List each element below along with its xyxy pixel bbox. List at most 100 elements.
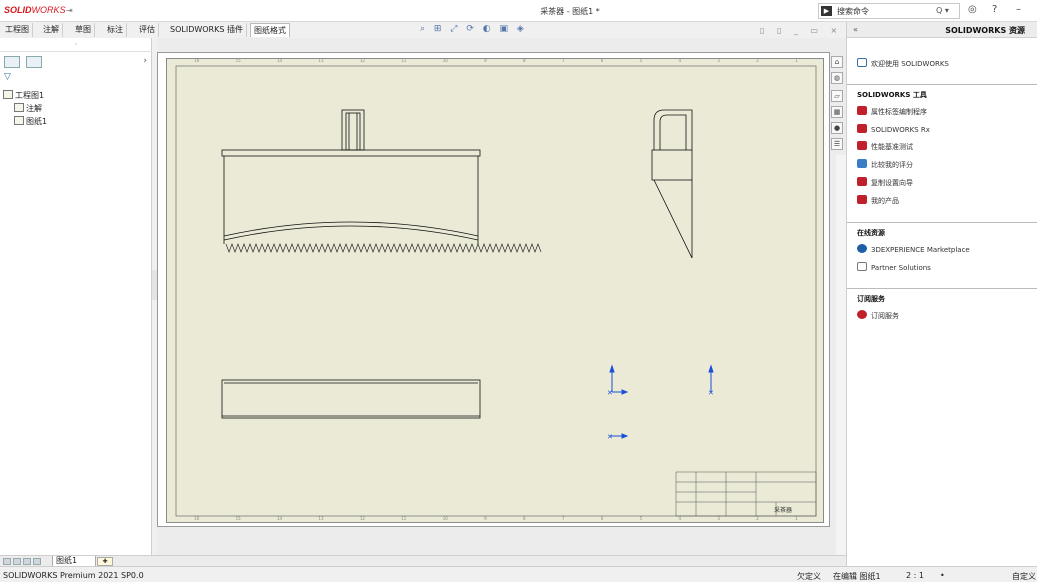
- task-pane-header: « SOLIDWORKS 资源: [847, 22, 1037, 38]
- command-search-input[interactable]: 搜索命令: [837, 6, 869, 17]
- copy-settings-wizard-link[interactable]: 复制设置向导: [857, 177, 913, 188]
- side-view: [651, 109, 693, 259]
- pin-icon[interactable]: ⇥: [66, 6, 73, 15]
- task-pane-tabs: ⌂ ◍ ▱ ▦ ● ☰: [830, 52, 845, 172]
- command-manager-tabs: 工程图 注解 草图 标注 评估 SOLIDWORKS 插件 图纸格式: [0, 22, 300, 38]
- units-custom[interactable]: 自定义: [1012, 571, 1036, 582]
- chart-icon: [857, 159, 867, 168]
- command-search-box[interactable]: ▶ 搜索命令 Q ▾: [818, 3, 960, 19]
- panel-collapse-handle[interactable]: ◦: [0, 38, 152, 52]
- last-sheet-button[interactable]: [33, 558, 41, 565]
- divider: [847, 84, 1037, 85]
- chevron-right-icon[interactable]: ›: [143, 56, 147, 66]
- minimize-icon[interactable]: –: [1016, 4, 1021, 15]
- subscription-icon: [857, 310, 867, 319]
- document-window-controls[interactable]: ▯ ▯ _ ▭ ×: [760, 26, 842, 35]
- editing-status: 在编辑 图纸1: [833, 572, 881, 581]
- tree-item-drawing[interactable]: 工程图1: [3, 90, 44, 101]
- drawing-views[interactable]: ✕ ✕ ✕ 采茶器: [166, 58, 824, 523]
- svg-text:✕: ✕: [607, 389, 613, 397]
- vertical-scrollbar[interactable]: [836, 155, 846, 555]
- prev-sheet-button[interactable]: [13, 558, 21, 565]
- logo-text-bold: SOLID: [4, 5, 32, 15]
- view-palette-icon[interactable]: ▦: [831, 106, 843, 118]
- logo-text-light: WORKS: [31, 5, 66, 15]
- tab-sheet-format[interactable]: 图纸格式: [250, 23, 290, 37]
- title-bar: SOLIDWORKS ⇥ 采茶器 - 图纸1 * ▶ 搜索命令 Q ▾ ◎ ? …: [0, 0, 1037, 22]
- tree-item-label: 注解: [26, 104, 42, 113]
- property-tab-builder-link[interactable]: 属性标签编制程序: [857, 106, 927, 117]
- sheet-tab-bar: 图纸1 ✚: [0, 555, 846, 567]
- tab-markup[interactable]: 标注: [104, 23, 127, 37]
- tree-item-label: 工程图1: [15, 91, 45, 100]
- tab-drawing[interactable]: 工程图: [2, 23, 33, 37]
- title-block-part-name: 采茶器: [774, 506, 792, 514]
- drawing-icon: [3, 90, 13, 99]
- solidworks-window: SOLIDWORKS ⇥ 采茶器 - 图纸1 * ▶ 搜索命令 Q ▾ ◎ ? …: [0, 0, 1037, 582]
- annotation-icon: [14, 103, 24, 112]
- tree-item-label: 图纸1: [26, 117, 48, 126]
- solidworks-tool-icon: [857, 124, 867, 133]
- home-icon[interactable]: ⌂: [831, 56, 843, 68]
- tab-evaluate[interactable]: 评估: [136, 23, 159, 37]
- sheet-icon: [14, 116, 24, 125]
- sheet-inner-border: [175, 65, 817, 517]
- title-block: [675, 471, 817, 517]
- divider: [847, 288, 1037, 289]
- svg-text:✕: ✕: [607, 433, 613, 441]
- home-icon: [857, 58, 867, 67]
- compare-score-link[interactable]: 比较我的评分: [857, 159, 913, 170]
- next-sheet-button[interactable]: [23, 558, 31, 565]
- tree-item-sheet1[interactable]: 图纸1: [14, 116, 47, 127]
- property-tab[interactable]: [26, 56, 42, 68]
- first-sheet-button[interactable]: [3, 558, 11, 565]
- feature-manager-tabs: ›: [0, 54, 152, 70]
- subscription-link[interactable]: 订阅服务: [857, 310, 899, 321]
- definition-status: 欠定义: [797, 572, 821, 581]
- partner-solutions-link[interactable]: Partner Solutions: [857, 262, 931, 272]
- product-version: SOLIDWORKS Premium 2021 SP0.0: [3, 571, 144, 580]
- online-section-heading: 在线资源: [857, 229, 885, 237]
- wizard-icon: [857, 177, 867, 186]
- top-view: [221, 379, 481, 419]
- feature-manager-panel: ◦ › ▽ 工程图1 注解 图纸1: [0, 38, 152, 555]
- file-explorer-icon[interactable]: ▱: [831, 90, 843, 102]
- collapse-icon[interactable]: «: [853, 25, 858, 34]
- solidworks-tool-icon: [857, 106, 867, 115]
- search-icon[interactable]: Q ▾: [936, 6, 949, 15]
- help-icon[interactable]: ?: [992, 4, 997, 15]
- task-pane-title: SOLIDWORKS 资源: [945, 26, 1025, 35]
- divider: [847, 222, 1037, 223]
- command-icon: ▶: [821, 6, 832, 16]
- tab-annotation[interactable]: 注解: [40, 23, 63, 37]
- sheet-scale[interactable]: 2 : 1: [906, 571, 924, 580]
- svg-text:✕: ✕: [708, 389, 714, 397]
- user-icon[interactable]: ◎: [968, 4, 977, 15]
- welcome-link[interactable]: 欢迎使用 SOLIDWORKS: [857, 58, 949, 69]
- solidworks-tool-icon: [857, 141, 867, 150]
- feature-tree-tab[interactable]: [4, 56, 20, 68]
- heads-up-view-toolbar[interactable]: ⌕ ⊞ ⤢ ⟳ ◐ ▣ ◈: [420, 24, 570, 38]
- subscription-section-heading: 订阅服务: [857, 295, 885, 303]
- tab-addins[interactable]: SOLIDWORKS 插件: [167, 23, 247, 37]
- front-view: [221, 109, 542, 253]
- tab-sketch[interactable]: 草图: [72, 23, 95, 37]
- filter-icon[interactable]: ▽: [4, 72, 11, 82]
- task-pane-resources: « SOLIDWORKS 资源 欢迎使用 SOLIDWORKS SOLIDWOR…: [846, 22, 1037, 566]
- marketplace-link[interactable]: 3DEXPERIENCE Marketplace: [857, 244, 970, 254]
- product-icon: [857, 195, 867, 204]
- status-separator: •: [940, 571, 945, 580]
- document-title: 采茶器 - 图纸1 *: [540, 7, 600, 16]
- custom-properties-icon[interactable]: ☰: [831, 138, 843, 150]
- origin-markers: ✕ ✕ ✕: [607, 364, 714, 441]
- handshake-icon: [857, 262, 867, 271]
- my-products-link[interactable]: 我的产品: [857, 195, 899, 206]
- appearances-icon[interactable]: ●: [831, 122, 843, 134]
- tree-item-annotations[interactable]: 注解: [14, 103, 42, 114]
- design-library-icon[interactable]: ◍: [831, 72, 843, 84]
- performance-benchmark-link[interactable]: 性能基准测试: [857, 141, 913, 152]
- add-sheet-icon[interactable]: ✚: [97, 557, 113, 566]
- solidworks-rx-link[interactable]: SOLIDWORKS Rx: [857, 124, 930, 134]
- tools-section-heading: SOLIDWORKS 工具: [857, 91, 927, 99]
- solidworks-logo[interactable]: SOLIDWORKS: [4, 5, 66, 15]
